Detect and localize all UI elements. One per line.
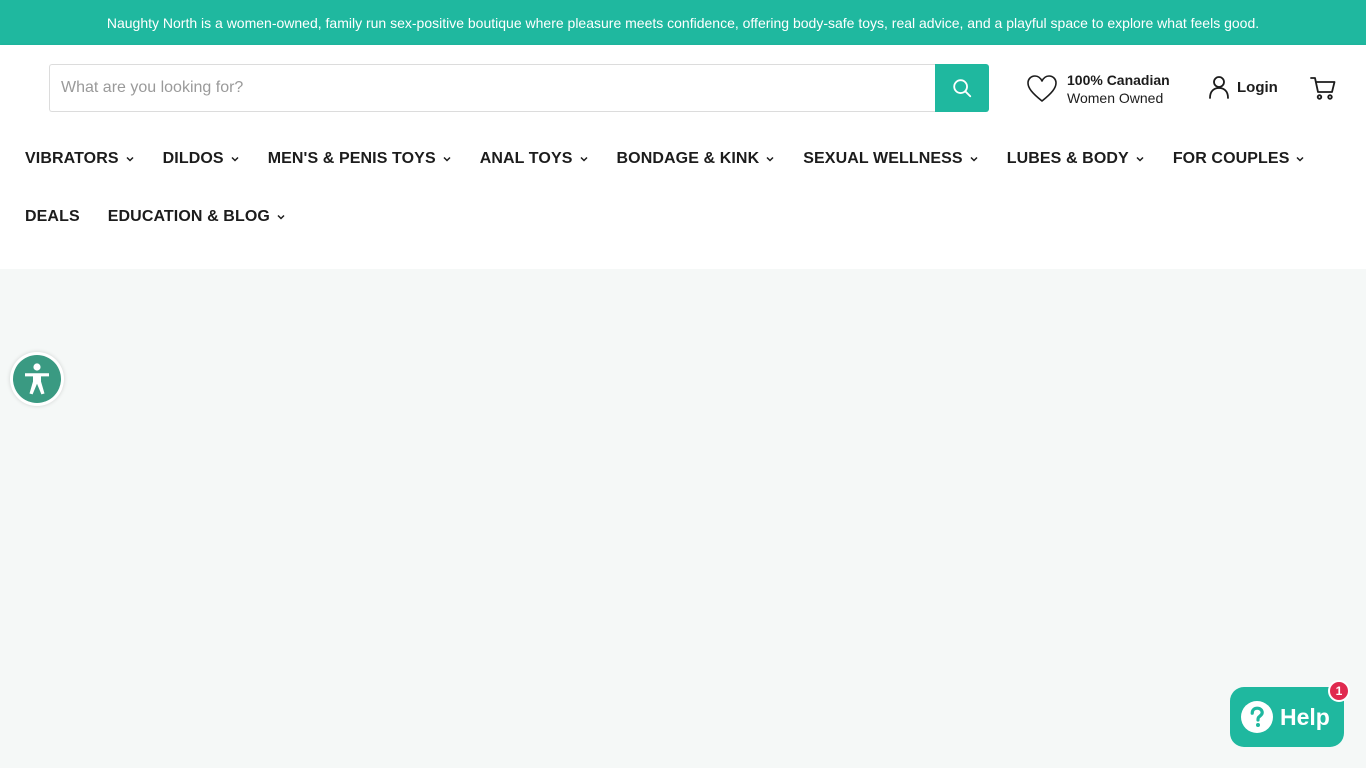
chevron-down-icon (126, 156, 134, 162)
chevron-down-icon (443, 156, 451, 162)
chevron-down-icon (231, 156, 239, 162)
main-navigation: VIBRATORS DILDOS MEN'S & PENIS TOYS ANAL… (25, 130, 1345, 246)
nav-item-anal-toys[interactable]: ANAL TOYS (480, 130, 589, 188)
promo-title: 100% Canadian (1067, 72, 1170, 88)
nav-label: DEALS (25, 208, 80, 225)
notification-badge: 1 (1328, 680, 1350, 702)
nav-item-for-couples[interactable]: FOR COUPLES (1173, 130, 1306, 188)
nav-label: ANAL TOYS (479, 150, 573, 167)
chevron-down-icon (579, 156, 588, 162)
login-label: Login (1237, 78, 1278, 96)
nav-label: LUBES & BODY (1006, 150, 1129, 167)
search-input[interactable] (49, 64, 935, 112)
user-icon (1209, 76, 1229, 99)
chevron-down-icon (766, 156, 774, 162)
chevron-down-icon (970, 156, 978, 162)
nav-label: BONDAGE & KINK (616, 150, 760, 167)
chevron-down-icon (1136, 156, 1144, 162)
nav-item-lubes-body[interactable]: LUBES & BODY (1007, 130, 1145, 188)
chevron-down-icon (277, 214, 285, 220)
help-chat-button[interactable]: Help (1230, 687, 1344, 747)
cart-icon (1310, 77, 1336, 100)
announcement-text: Naughty North is a women-owned, family r… (106, 14, 1260, 31)
promo-subtitle: Women Owned (1067, 90, 1164, 106)
nav-item-bondage-kink[interactable]: BONDAGE & KINK (617, 130, 776, 188)
nav-label: MEN'S & PENIS TOYS (267, 150, 436, 167)
login-link[interactable]: Login (1208, 75, 1278, 99)
nav-label: FOR COUPLES (1172, 150, 1290, 167)
heart-icon (1027, 75, 1057, 102)
nav-item-dildos[interactable]: DILDOS (163, 130, 240, 188)
question-icon (1241, 701, 1273, 733)
site-header: 100% Canadian Women Owned Login VIBRATOR… (0, 45, 1366, 237)
header-spacer (0, 237, 1366, 269)
help-label: Help (1280, 703, 1330, 730)
nav-item-vibrators[interactable]: VIBRATORS (25, 130, 135, 188)
nav-label: EDUCATION & BLOG (107, 208, 270, 225)
search-form (49, 64, 989, 112)
nav-label: SEXUAL WELLNESS (803, 150, 963, 167)
nav-label: DILDOS (162, 150, 224, 167)
accessibility-button[interactable] (10, 352, 64, 406)
chevron-down-icon (1296, 156, 1305, 162)
canadian-promo: 100% Canadian Women Owned (1026, 71, 1170, 107)
nav-label: VIBRATORS (25, 150, 119, 167)
announcement-bar: Naughty North is a women-owned, family r… (0, 0, 1366, 45)
nav-item-mens-penis-toys[interactable]: MEN'S & PENIS TOYS (268, 130, 452, 188)
cart-button[interactable] (1309, 74, 1337, 107)
accessibility-icon (25, 363, 49, 395)
nav-item-sexual-wellness[interactable]: SEXUAL WELLNESS (803, 130, 978, 188)
search-button[interactable] (935, 64, 989, 112)
search-icon (953, 79, 972, 98)
